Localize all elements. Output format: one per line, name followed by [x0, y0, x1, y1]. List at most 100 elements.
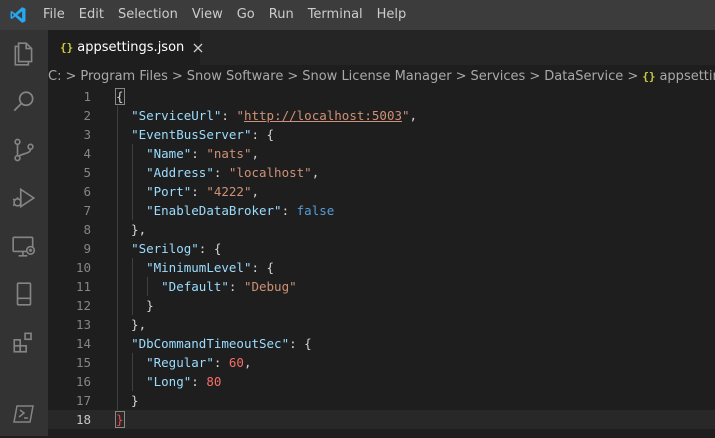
code-token: : {	[251, 127, 275, 142]
breadcrumb-separator: >	[627, 68, 639, 84]
breadcrumb-item[interactable]: Snow Software	[187, 69, 284, 84]
menu-help[interactable]: Help	[370, 0, 414, 30]
menu-selection[interactable]: Selection	[111, 0, 185, 30]
code-line[interactable]: 7 "EnableDataBroker": false	[48, 201, 715, 220]
code-editor[interactable]: 1{2 "ServiceUrl": "http://localhost:5003…	[48, 87, 715, 436]
code-text: "Port": "4222",	[116, 182, 259, 201]
code-line[interactable]: 17 }	[48, 391, 715, 410]
code-line[interactable]: 4 "Name": "nats",	[48, 144, 715, 163]
tab-appsettings-json[interactable]: {} appsettings.json	[48, 30, 203, 65]
device-icon[interactable]	[0, 270, 48, 318]
breadcrumb-item[interactable]: Snow License Manager	[302, 69, 451, 84]
code-token: : {	[251, 260, 275, 275]
remote-explorer-icon[interactable]	[0, 222, 48, 270]
indent-guide	[117, 106, 118, 410]
explorer-icon[interactable]	[0, 30, 48, 78]
code-token: :	[191, 184, 207, 199]
line-number: 4	[83, 146, 91, 161]
code-token: :	[228, 279, 244, 294]
code-token: "Long"	[146, 374, 192, 389]
code-token: }	[116, 298, 154, 313]
code-text: }	[115, 410, 125, 429]
line-number: 2	[83, 108, 91, 123]
code-token: 80	[206, 374, 222, 389]
code-line[interactable]: 11 "Default": "Debug"	[48, 277, 715, 296]
json-file-icon: {}	[60, 41, 74, 54]
title-bar: File Edit Selection View Go Run Terminal Help	[0, 0, 715, 30]
code-token: "	[236, 108, 244, 123]
menu-file[interactable]: File	[36, 0, 72, 30]
search-icon[interactable]	[0, 78, 48, 126]
line-number: 11	[75, 279, 91, 294]
tab-label: appsettings.json	[77, 40, 185, 55]
line-number: 3	[83, 127, 91, 142]
code-token: "Address"	[146, 165, 214, 180]
code-line[interactable]: 3 "EventBusServer": {	[48, 125, 715, 144]
code-line[interactable]: 14 "DbCommandTimeoutSec": {	[48, 334, 715, 353]
code-line[interactable]: 5 "Address": "localhost",	[48, 163, 715, 182]
source-control-icon[interactable]	[0, 126, 48, 174]
code-token: : {	[198, 241, 222, 256]
menu-view[interactable]: View	[185, 0, 230, 30]
code-text: "DbCommandTimeoutSec": {	[116, 334, 312, 353]
line-number: 12	[75, 298, 91, 313]
code-token: :	[213, 355, 229, 370]
code-text: }	[116, 296, 154, 315]
code-line[interactable]: 16 "Long": 80	[48, 372, 715, 391]
menu-go[interactable]: Go	[230, 0, 262, 30]
code-token: },	[116, 222, 147, 237]
code-line[interactable]: 8 },	[48, 220, 715, 239]
code-token: ,	[409, 108, 418, 123]
extensions-icon[interactable]	[0, 318, 48, 366]
code-token: "DbCommandTimeoutSec"	[131, 336, 290, 351]
breadcrumb-item[interactable]: Services	[470, 69, 525, 84]
code-line[interactable]: 6 "Port": "4222",	[48, 182, 715, 201]
editor-tabs: {} appsettings.json	[48, 30, 715, 65]
code-token: ,	[251, 184, 260, 199]
code-line[interactable]: 18}	[48, 410, 715, 429]
breadcrumb-file[interactable]: appsettings.json	[659, 69, 715, 84]
code-line[interactable]: 2 "ServiceUrl": "http://localhost:5003",	[48, 106, 715, 125]
indent-guide	[132, 353, 133, 391]
line-number: 18	[75, 412, 91, 427]
close-icon[interactable]	[193, 40, 203, 56]
code-text: "Regular": 60,	[116, 353, 251, 372]
line-number: 10	[75, 260, 91, 275]
code-token: }	[115, 411, 125, 428]
menu-terminal[interactable]: Terminal	[301, 0, 370, 30]
line-number: 6	[83, 184, 91, 199]
code-token: :	[221, 108, 237, 123]
code-token: "Name"	[146, 146, 192, 161]
code-line[interactable]: 13 },	[48, 315, 715, 334]
breadcrumb-path: C: > Program Files > Snow Software > Snow Lice…	[48, 69, 642, 84]
code-line[interactable]: 10 "MinimumLevel": {	[48, 258, 715, 277]
breadcrumb-item[interactable]: C:	[48, 69, 61, 84]
code-line[interactable]: 15 "Regular": 60,	[48, 353, 715, 372]
code-token: ,	[251, 146, 260, 161]
powershell-icon[interactable]	[0, 390, 48, 438]
code-text: "Address": "localhost",	[116, 163, 319, 182]
menu-edit[interactable]: Edit	[72, 0, 111, 30]
code-text: "Default": "Debug"	[116, 277, 296, 296]
code-token: "Serilog"	[131, 241, 199, 256]
code-token: },	[116, 317, 147, 332]
code-text: },	[116, 220, 146, 239]
menu-run[interactable]: Run	[262, 0, 301, 30]
breadcrumb-item[interactable]: DataService	[544, 69, 623, 84]
json-file-icon: {}	[642, 69, 656, 83]
code-line[interactable]: 1{	[48, 87, 715, 106]
code-token: :	[191, 374, 207, 389]
code-line[interactable]: 12 }	[48, 296, 715, 315]
breadcrumb-item[interactable]: Program Files	[80, 69, 168, 84]
code-token: "	[402, 108, 410, 123]
run-debug-icon[interactable]	[0, 174, 48, 222]
line-number: 17	[75, 393, 91, 408]
code-token: "4222"	[206, 184, 252, 199]
code-line[interactable]: 9 "Serilog": {	[48, 239, 715, 258]
breadcrumb-separator: >	[287, 68, 299, 84]
line-number: 1	[83, 89, 91, 104]
